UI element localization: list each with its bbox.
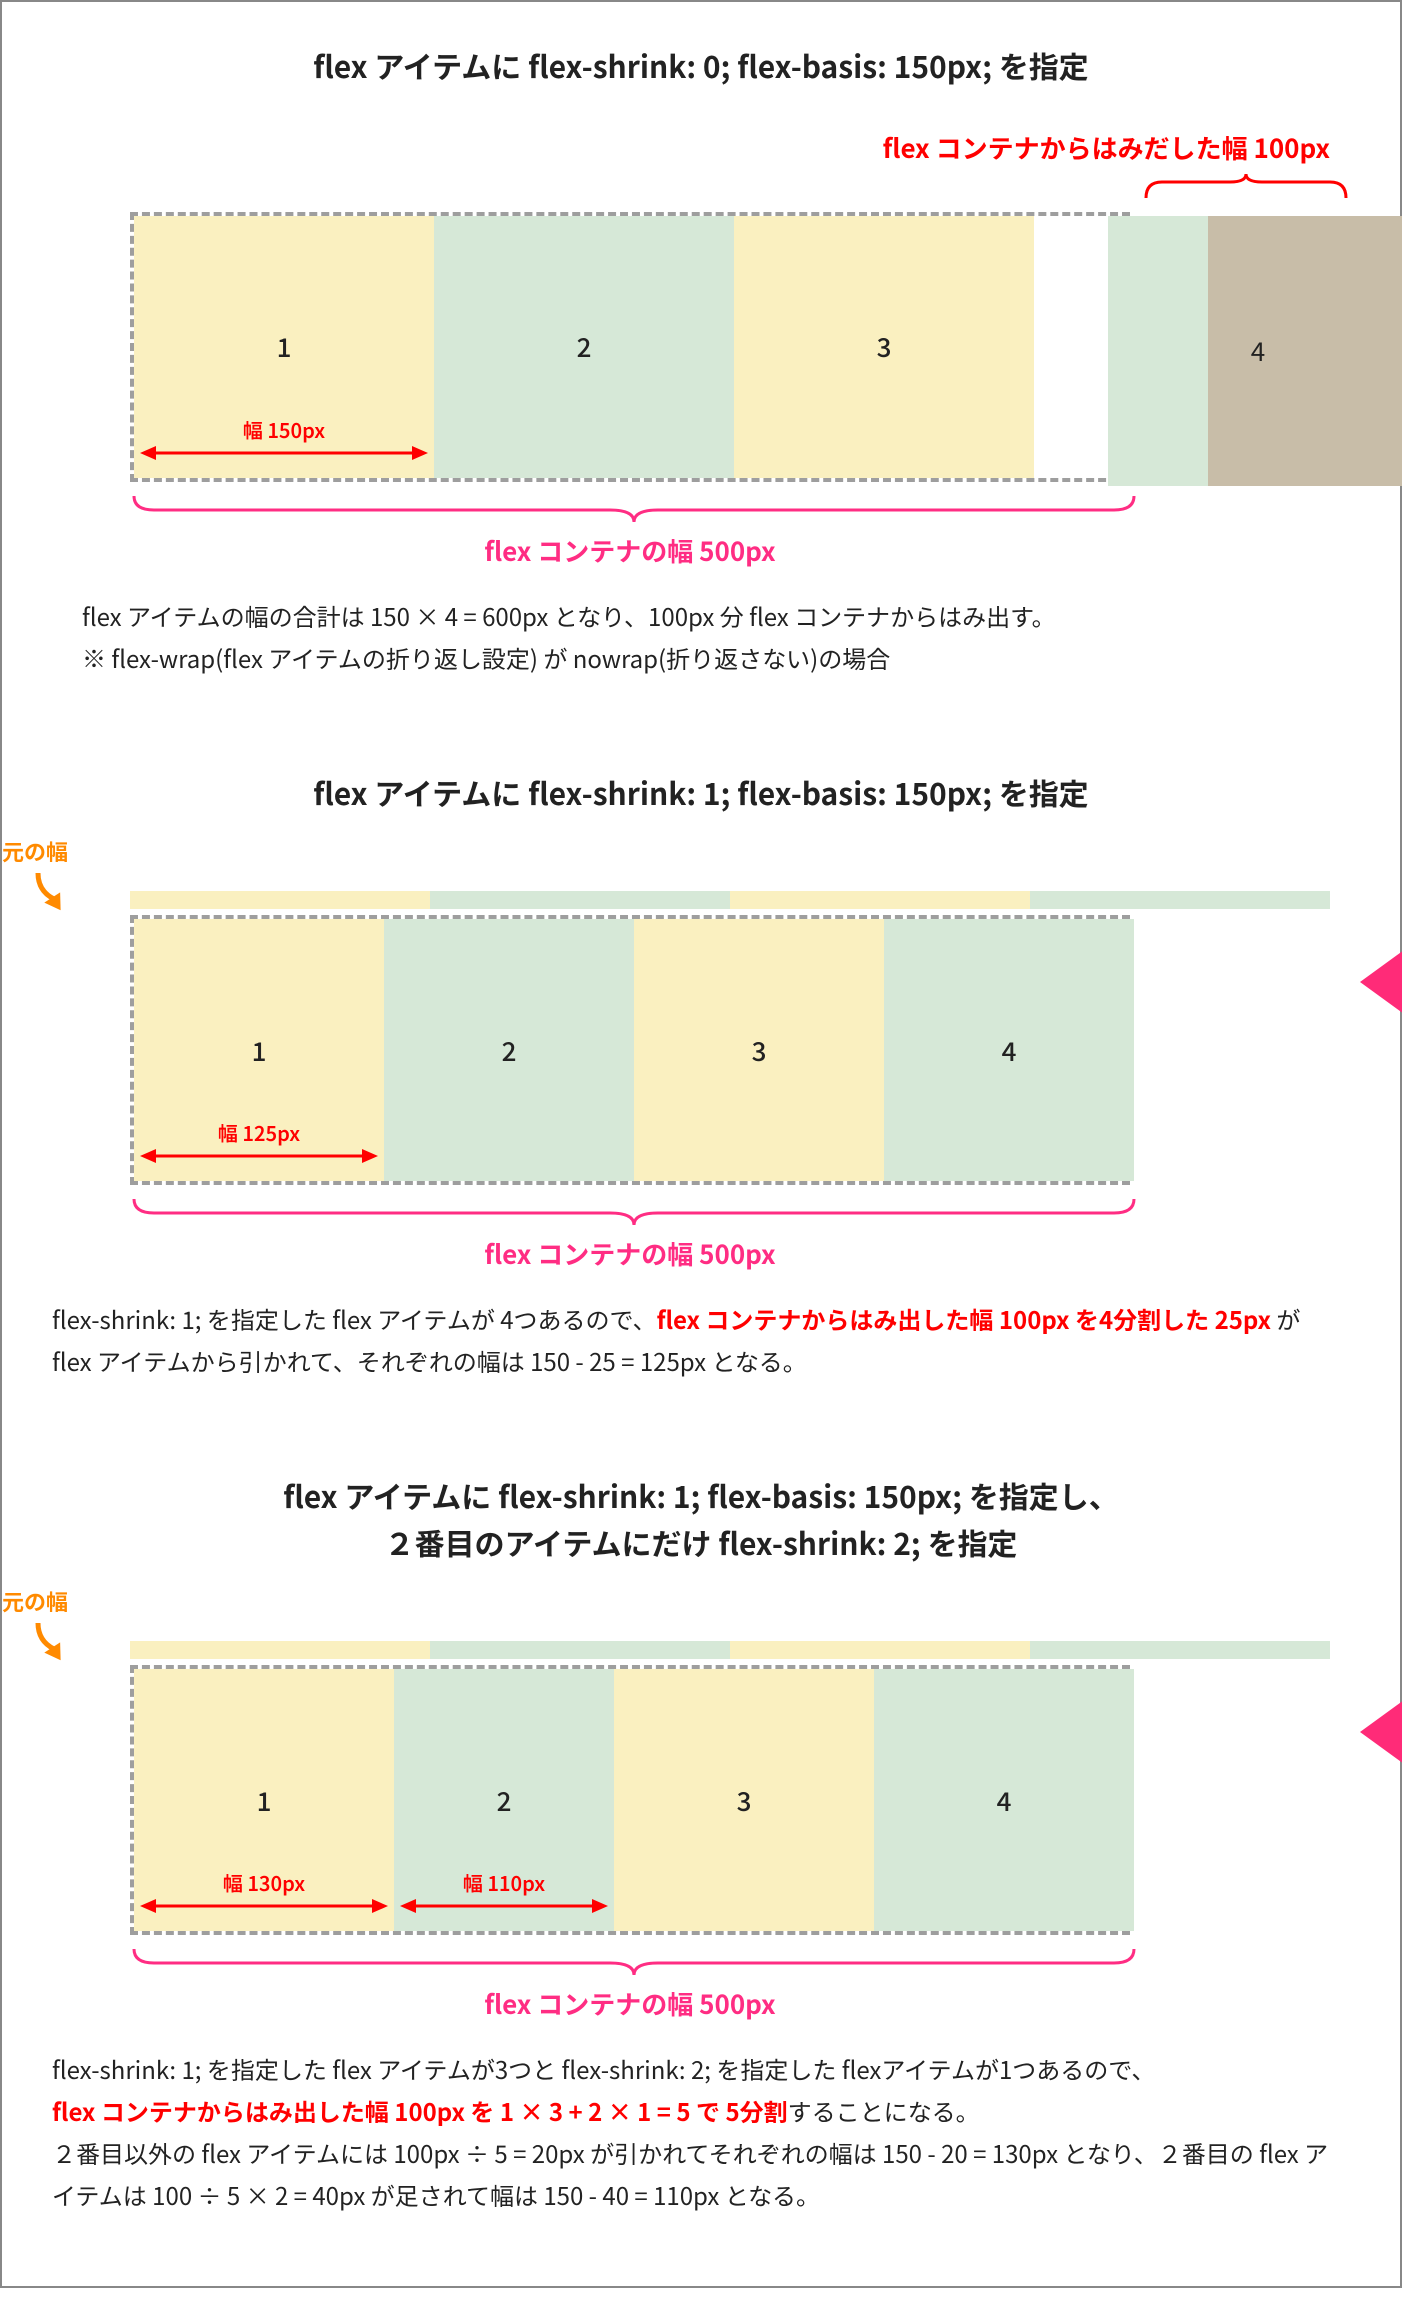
original-width-badge: 元の幅 <box>2 835 76 911</box>
diagram-2: flex アイテムに flex-shrink: 1; flex-basis: 1… <box>52 769 1350 1383</box>
flex-item-label: 4 <box>1002 1032 1017 1069</box>
shrink-arrow-icon <box>1360 1695 1402 1769</box>
title-line: ２番目のアイテムにだけ flex-shrink: 2; を指定 <box>385 1520 1018 1564</box>
original-width-label: 元の幅 <box>2 835 68 867</box>
flex-item-1: 1 幅 130px <box>134 1669 394 1931</box>
flex-item-3: 3 <box>734 216 1034 478</box>
page: flex アイテムに flex-shrink: 0; flex-basis: 1… <box>0 0 1402 2288</box>
item-width-indicator: 幅 150px <box>138 420 430 460</box>
item-width-label: 幅 130px <box>138 1873 390 1893</box>
item-width-indicator: 幅 130px <box>138 1873 390 1913</box>
arrow-down-right-icon <box>32 871 76 911</box>
diagram-3-title: flex アイテムに flex-shrink: 1; flex-basis: 1… <box>52 1472 1350 1565</box>
diagram-3-explanation: flex-shrink: 1; を指定した flex アイテムが3つと flex… <box>52 2048 1350 2216</box>
diagram-3: flex アイテムに flex-shrink: 1; flex-basis: 1… <box>52 1472 1350 2216</box>
flex-item-4-outside <box>1208 216 1402 486</box>
item-width-indicator: 幅 110px <box>398 1873 610 1913</box>
item-width-label: 幅 125px <box>138 1123 380 1143</box>
flex-item-2: 2 <box>384 919 634 1181</box>
flex-item-2: 2 <box>434 216 734 478</box>
original-width-strip <box>130 1641 1330 1659</box>
title-line: flex アイテムに flex-shrink: 1; flex-basis: 1… <box>283 1473 1119 1517</box>
original-width-label: 元の幅 <box>2 1585 68 1617</box>
diagram-1: flex アイテムに flex-shrink: 0; flex-basis: 1… <box>52 42 1350 679</box>
flex-item-label: 3 <box>737 1782 752 1819</box>
original-width-strip <box>130 891 1330 909</box>
flex-item-2: 2 幅 110px <box>394 1669 614 1931</box>
container-width-label: flex コンテナの幅 500px <box>130 1235 1130 1272</box>
item-width-label: 幅 110px <box>398 1873 610 1893</box>
flex-item-4-overflow: 4 <box>1108 216 1402 486</box>
flex-item-4-inside <box>1108 216 1208 486</box>
flex-item-3: 3 <box>614 1669 874 1931</box>
container-brace-icon <box>130 1945 1350 1977</box>
explain-line: flex アイテムの幅の合計は 150 × 4 = 600px となり、100p… <box>82 595 1336 637</box>
flex-item-label: 2 <box>497 1782 512 1819</box>
container-brace-icon <box>130 1195 1350 1227</box>
container-width-label: flex コンテナの幅 500px <box>130 1985 1130 2022</box>
flex-item-label: 1 <box>257 1782 272 1819</box>
diagram-1-explanation: flex アイテムの幅の合計は 150 × 4 = 600px となり、100p… <box>52 595 1350 679</box>
flex-item-label: 4 <box>997 1782 1012 1819</box>
flex-item-label: 2 <box>502 1032 517 1069</box>
explain-line: ２番目以外の flex アイテムには 100px ÷ 5 = 20px が引かれ… <box>52 2132 1336 2216</box>
flex-item-4: 4 <box>884 919 1134 1181</box>
explain-line: flex コンテナからはみ出した幅 100px を 1 × 3 + 2 × 1 … <box>52 2090 1336 2132</box>
container-width-label: flex コンテナの幅 500px <box>130 532 1130 569</box>
explain-line: flex-shrink: 1; を指定した flex アイテムが3つと flex… <box>52 2048 1336 2090</box>
flex-container: 1 幅 130px 2 幅 110p <box>130 1665 1130 1935</box>
overflow-width-label: flex コンテナからはみだした幅 100px <box>52 129 1350 166</box>
flex-item-1: 1 幅 150px <box>134 216 434 478</box>
arrow-down-right-icon <box>32 1621 76 1661</box>
explain-text-emphasis: flex コンテナからはみ出した幅 100px を 1 × 3 + 2 × 1 … <box>52 2093 788 2128</box>
shrink-arrow-icon <box>1360 945 1402 1019</box>
item-width-indicator: 幅 125px <box>138 1123 380 1163</box>
flex-item-4: 4 <box>874 1669 1134 1931</box>
flex-item-label: 1 <box>252 1032 267 1069</box>
explain-text: flex-shrink: 1; を指定した flex アイテムが 4つあるので、 <box>52 1301 657 1336</box>
flex-item-label: 3 <box>752 1032 767 1069</box>
flex-container: 1 幅 150px 2 <box>130 212 1130 482</box>
original-width-badge: 元の幅 <box>2 1585 76 1661</box>
explain-text: することになる。 <box>788 2093 980 2128</box>
container-brace-icon <box>130 492 1350 524</box>
flex-item-label: 1 <box>277 328 292 365</box>
diagram-2-title: flex アイテムに flex-shrink: 1; flex-basis: 1… <box>52 769 1350 816</box>
diagram-1-title: flex アイテムに flex-shrink: 0; flex-basis: 1… <box>52 42 1350 89</box>
flex-item-label: 4 <box>1251 332 1265 369</box>
flex-item-3: 3 <box>634 919 884 1181</box>
explain-line: ※ flex-wrap(flex アイテムの折り返し設定) が nowrap(折… <box>82 637 1336 679</box>
explain-text-emphasis: flex コンテナからはみ出した幅 100px を4分割した 25px <box>657 1301 1271 1336</box>
flex-item-1: 1 幅 125px <box>134 919 384 1181</box>
flex-item-label: 2 <box>577 328 592 365</box>
diagram-2-explanation: flex-shrink: 1; を指定した flex アイテムが 4つあるので、… <box>52 1298 1350 1382</box>
item-width-label: 幅 150px <box>138 420 430 440</box>
flex-container: 1 幅 125px 2 <box>130 915 1130 1185</box>
overflow-brace-icon <box>130 172 1350 202</box>
flex-item-label: 3 <box>877 328 892 365</box>
